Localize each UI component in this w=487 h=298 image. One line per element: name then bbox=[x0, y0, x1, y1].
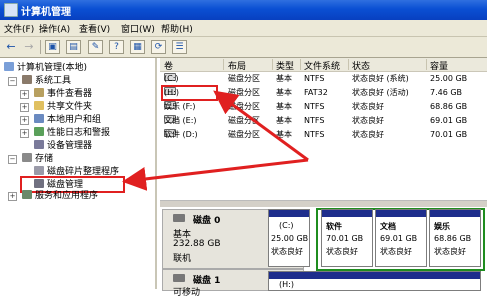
menu-view[interactable]: 查看(V) bbox=[79, 22, 110, 35]
partition-h[interactable]: (H:) bbox=[268, 271, 481, 291]
console-tree: 计算机管理(本地) − 系统工具 + 事件查看器 + 共享文件夹 + 本地用户和… bbox=[0, 58, 157, 289]
menu-file[interactable]: 文件(F) bbox=[4, 22, 34, 35]
volume-list: 卷 布局 类型 文件系统 状态 容量 (C:) 磁盘分区 基本 NTFS 状态良… bbox=[160, 58, 487, 200]
partition-bar bbox=[322, 210, 372, 217]
forward-arrow-icon[interactable]: → bbox=[21, 39, 37, 54]
expand-icon[interactable]: + bbox=[8, 192, 17, 201]
tree-item-services[interactable]: 服务和应用程序 bbox=[22, 190, 98, 202]
partition-c[interactable]: (C:) 25.00 GB 状态良好 bbox=[268, 209, 310, 267]
column-header-volume[interactable]: 卷 bbox=[164, 59, 173, 72]
properties-icon[interactable]: ✎ bbox=[88, 40, 103, 54]
disk-0-name: 磁盘 0 bbox=[193, 216, 221, 226]
table-row[interactable]: (C:) 磁盘分区 基本 NTFS 状态良好 (系统) 25.00 GB bbox=[160, 73, 487, 85]
menu-help[interactable]: 帮助(H) bbox=[161, 22, 193, 35]
partition-bar bbox=[430, 210, 480, 217]
title-bar: 计算机管理 bbox=[0, 0, 487, 20]
partition-documents[interactable]: 文档 69.01 GB 状态良好 bbox=[375, 209, 427, 267]
partition-bar bbox=[269, 272, 480, 279]
refresh-icon[interactable]: ⟳ bbox=[151, 40, 166, 54]
table-row[interactable]: 文档 (E:) 磁盘分区 基本 NTFS 状态良好 69.01 GB bbox=[160, 115, 487, 127]
column-header-layout[interactable]: 布局 bbox=[228, 59, 246, 72]
partition-bar bbox=[269, 210, 309, 217]
toolbar: ← → ▣ ▤ ✎ ? ▦ ⟳ ☰ bbox=[0, 37, 487, 58]
tree-label: 事件查看器 bbox=[47, 89, 93, 99]
partition-bar bbox=[376, 210, 426, 217]
tree-item-root[interactable]: 计算机管理(本地) bbox=[4, 62, 87, 74]
collapse-icon[interactable]: − bbox=[8, 155, 17, 164]
event-viewer-icon bbox=[34, 88, 44, 97]
back-arrow-icon[interactable]: ← bbox=[3, 39, 19, 54]
disk-1-type: 可移动 bbox=[173, 288, 201, 298]
tree-label: 设备管理器 bbox=[47, 141, 93, 151]
tree-label: 共享文件夹 bbox=[47, 102, 93, 112]
device-manager-icon bbox=[34, 140, 44, 149]
h-drive-highlight bbox=[161, 85, 218, 101]
disk-icon bbox=[173, 274, 185, 282]
disk-0-status: 联机 bbox=[173, 254, 192, 264]
partition-software[interactable]: 软件 70.01 GB 状态良好 bbox=[321, 209, 373, 267]
menu-window[interactable]: 窗口(W) bbox=[121, 22, 155, 35]
column-header-capacity[interactable]: 容量 bbox=[430, 59, 448, 72]
help-icon[interactable]: ? bbox=[109, 40, 124, 54]
partition-entertainment[interactable]: 娱乐 68.86 GB 状态良好 bbox=[429, 209, 481, 267]
expand-icon[interactable]: + bbox=[20, 103, 29, 112]
performance-icon bbox=[34, 127, 44, 136]
tree-item-local-users[interactable]: 本地用户和组 bbox=[34, 114, 101, 126]
shared-folder-icon bbox=[34, 101, 44, 110]
column-header-type[interactable]: 类型 bbox=[276, 59, 294, 72]
tree-item-device-manager[interactable]: 设备管理器 bbox=[34, 140, 92, 152]
tree-label: 本地用户和组 bbox=[47, 115, 102, 125]
help-topic-icon[interactable]: ☰ bbox=[172, 40, 187, 54]
table-row[interactable]: 娱乐 (F:) 磁盘分区 基本 NTFS 状态良好 68.86 GB bbox=[160, 101, 487, 113]
storage-icon bbox=[22, 153, 32, 162]
tree-item-perf-logs[interactable]: 性能日志和警报 bbox=[34, 127, 110, 139]
column-header-status[interactable]: 状态 bbox=[352, 59, 370, 72]
computer-management-icon bbox=[4, 3, 18, 17]
disk-0-size: 232.88 GB bbox=[173, 239, 221, 249]
computer-icon bbox=[4, 62, 14, 71]
toolbar-separator bbox=[40, 40, 41, 54]
window-title: 计算机管理 bbox=[21, 7, 71, 18]
show-hide-tree-icon[interactable]: ▤ bbox=[66, 40, 81, 54]
tree-item-event-viewer[interactable]: 事件查看器 bbox=[34, 88, 92, 100]
volume-list-header: 卷 布局 类型 文件系统 状态 容量 bbox=[160, 58, 487, 72]
export-list-icon[interactable]: ▦ bbox=[130, 40, 145, 54]
tree-label: 存储 bbox=[35, 154, 54, 164]
tree-label: 性能日志和警报 bbox=[47, 128, 111, 138]
tree-label: 服务和应用程序 bbox=[35, 191, 99, 201]
tree-item-shared-folders[interactable]: 共享文件夹 bbox=[34, 101, 92, 113]
tree-item-system-tools[interactable]: 系统工具 bbox=[22, 75, 71, 87]
menu-bar: 文件(F) 操作(A) 查看(V) 窗口(W) 帮助(H) bbox=[0, 20, 487, 37]
column-header-filesystem[interactable]: 文件系统 bbox=[304, 59, 340, 72]
defrag-icon bbox=[34, 166, 44, 175]
up-folder-icon[interactable]: ▣ bbox=[45, 40, 60, 54]
table-row[interactable]: 软件 (D:) 磁盘分区 基本 NTFS 状态良好 70.01 GB bbox=[160, 129, 487, 141]
expand-icon[interactable]: + bbox=[20, 116, 29, 125]
tools-icon bbox=[22, 75, 32, 84]
tree-item-storage[interactable]: 存储 bbox=[22, 153, 53, 165]
disk-graphical-view: 磁盘 0 基本 232.88 GB 联机 (C:) 25.00 GB 状态良好 … bbox=[160, 207, 487, 298]
menu-action[interactable]: 操作(A) bbox=[39, 22, 70, 35]
expand-icon[interactable]: + bbox=[20, 129, 29, 138]
collapse-icon[interactable]: − bbox=[8, 77, 17, 86]
tree-label: 系统工具 bbox=[35, 76, 72, 86]
tree-label: 计算机管理(本地) bbox=[17, 63, 88, 73]
expand-icon[interactable]: + bbox=[20, 90, 29, 99]
users-icon bbox=[34, 114, 44, 123]
services-icon bbox=[22, 190, 32, 199]
disk-icon bbox=[173, 214, 185, 222]
